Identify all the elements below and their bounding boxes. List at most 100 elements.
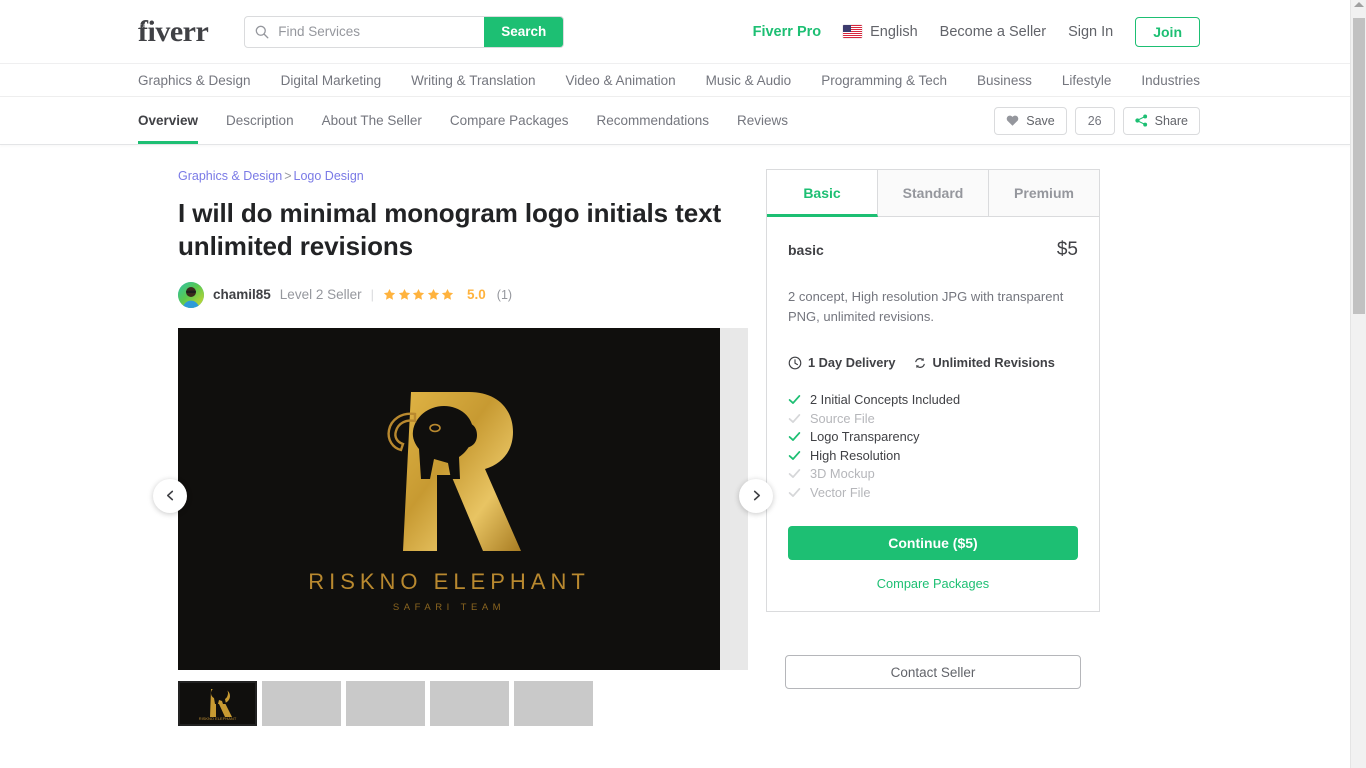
save-count: 26 — [1074, 106, 1115, 135]
package-feature: High Resolution — [788, 446, 1078, 465]
package-header: basic $5 — [788, 239, 1078, 261]
continue-button[interactable]: Continue ($5) — [788, 526, 1078, 561]
svg-text:RISKNO ELEPHANT: RISKNO ELEPHANT — [199, 716, 237, 721]
feature-label: 3D Mockup — [810, 466, 875, 482]
package-features: 2 Initial Concepts Included Source File Lo… — [788, 390, 1078, 501]
star-icon — [441, 289, 454, 300]
rating-stars — [383, 288, 454, 301]
become-a-seller-link[interactable]: Become a Seller — [940, 24, 1046, 40]
tab-compare-packages[interactable]: Compare Packages — [450, 97, 569, 144]
page-title: I will do minimal monogram logo initials… — [178, 198, 721, 262]
check-icon — [788, 487, 801, 497]
tab-about-the-seller[interactable]: About The Seller — [322, 97, 422, 144]
star-icon — [412, 289, 425, 300]
seller-name[interactable]: chamil85 — [213, 287, 271, 302]
revisions-info: Unlimited Revisions — [913, 355, 1055, 370]
save-button[interactable]: Save — [994, 106, 1067, 135]
package-tab-basic[interactable]: Basic — [767, 170, 878, 217]
share-button[interactable]: Share — [1122, 106, 1200, 135]
search-button[interactable]: Search — [484, 16, 564, 47]
thumbnail-watermark: AMANRANI ENTERTAINMENT — [86, 24, 170, 30]
category-item[interactable]: Digital Marketing — [281, 73, 382, 88]
gig-gallery: RISKNO ELEPHANT SAFARI TEAM — [153, 327, 773, 670]
check-icon — [788, 432, 801, 441]
gallery-thumbnails: RISKNO ELEPHANT AMANRANI ENTERTAINMENT — [86, 24, 726, 726]
main-content: Graphics & Design > Logo Design I will do … — [0, 24, 1366, 768]
package-tab-standard[interactable]: Standard — [878, 170, 989, 216]
logo-brand-name: RISKNO ELEPHANT — [308, 569, 590, 595]
tab-description[interactable]: Description — [226, 97, 294, 144]
category-item[interactable]: Programming & Tech — [821, 73, 947, 88]
package-name: basic — [788, 242, 824, 258]
language-label: English — [870, 23, 918, 40]
category-item[interactable]: Business — [977, 73, 1032, 88]
package-tab-premium[interactable]: Premium — [989, 170, 1099, 216]
page-scrollbar[interactable] — [1350, 0, 1366, 768]
scrollbar-thumb[interactable] — [1353, 18, 1365, 314]
category-nav: Graphics & Design Digital Marketing Writin… — [0, 64, 1366, 97]
fiverr-pro-link[interactable]: Fiverr Pro — [753, 24, 822, 40]
delivery-label: 1 Day Delivery — [808, 355, 896, 371]
package-feature: Vector File — [788, 483, 1078, 502]
gallery-thumbnail[interactable] — [262, 680, 341, 726]
thumbnail-logo-icon: RISKNO ELEPHANT — [178, 680, 257, 726]
tab-recommendations[interactable]: Recommendations — [596, 97, 709, 144]
us-flag-icon — [843, 25, 863, 38]
check-icon — [788, 395, 801, 404]
breadcrumb: Graphics & Design > Logo Design — [178, 169, 726, 183]
package-feature: Logo Transparency — [788, 427, 1078, 446]
package-price: $5 — [1056, 239, 1078, 260]
gallery-main-image[interactable]: RISKNO ELEPHANT SAFARI TEAM — [178, 327, 720, 670]
tab-reviews[interactable]: Reviews — [737, 97, 788, 144]
search-input-wrap — [245, 17, 484, 47]
compare-packages-link[interactable]: Compare Packages — [788, 576, 1078, 591]
package-body: basic $5 2 concept, High resolution JPG … — [767, 217, 1099, 611]
avatar-image — [178, 281, 204, 308]
share-label: Share — [1154, 113, 1188, 128]
avatar[interactable] — [178, 281, 204, 308]
join-button[interactable]: Join — [1135, 16, 1200, 47]
package-card: Basic Standard Premium basic $5 2 concept,… — [766, 169, 1100, 613]
elephant-monogram-icon — [387, 392, 521, 552]
gallery-prev-button[interactable] — [153, 478, 187, 513]
star-icon — [383, 289, 396, 300]
seller-level: Level 2 Seller — [279, 287, 362, 303]
feature-label: Logo Transparency — [810, 429, 920, 445]
category-item[interactable]: Graphics & Design — [138, 73, 251, 88]
category-item[interactable]: Video & Animation — [566, 73, 676, 88]
contact-seller-button[interactable]: Contact Seller — [785, 655, 1081, 690]
feature-label: Vector File — [810, 484, 871, 500]
contact-seller-card: Contact Seller — [766, 634, 1100, 711]
gallery-thumbnail[interactable] — [514, 680, 593, 726]
search-box[interactable]: Search — [244, 15, 565, 48]
search-icon — [255, 25, 269, 38]
gallery-thumbnail[interactable] — [430, 680, 509, 726]
gallery-next-button[interactable] — [739, 478, 773, 513]
gallery-thumbnail[interactable]: RISKNO ELEPHANT — [178, 680, 257, 726]
language-selector[interactable]: English — [843, 24, 918, 40]
logo-tagline: SAFARI TEAM — [392, 602, 506, 614]
category-item[interactable]: Lifestyle — [1062, 73, 1112, 88]
breadcrumb-current[interactable]: Logo Design — [294, 169, 364, 183]
breadcrumb-parent[interactable]: Graphics & Design — [178, 169, 282, 183]
gallery-thumbnail[interactable] — [346, 680, 425, 726]
category-item[interactable]: Industries — [1141, 73, 1200, 88]
check-icon — [788, 469, 801, 478]
star-icon — [427, 289, 439, 300]
category-item[interactable]: Music & Audio — [706, 73, 792, 88]
scrollbar-up-arrow-icon[interactable] — [1354, 2, 1364, 7]
sign-in-link[interactable]: Sign In — [1068, 24, 1113, 40]
logo-artwork: RISKNO ELEPHANT SAFARI TEAM — [178, 328, 720, 670]
gig-subnav: Overview Description About The Seller Compa… — [0, 97, 1366, 145]
search-input[interactable] — [276, 23, 477, 40]
fiverr-logo[interactable]: fiverr — [138, 16, 209, 47]
category-item[interactable]: Writing & Translation — [411, 73, 535, 88]
rating-value: 5.0 — [467, 287, 486, 303]
revisions-label: Unlimited Revisions — [932, 355, 1055, 371]
package-feature: 3D Mockup — [788, 464, 1078, 483]
tab-overview[interactable]: Overview — [138, 97, 199, 144]
package-meta: 1 Day Delivery Unlimited Revisions — [788, 355, 1078, 370]
save-label: Save — [1026, 113, 1055, 128]
check-icon — [788, 413, 801, 423]
site-header: fiverr Search Fiverr Pro — [0, 0, 1366, 64]
